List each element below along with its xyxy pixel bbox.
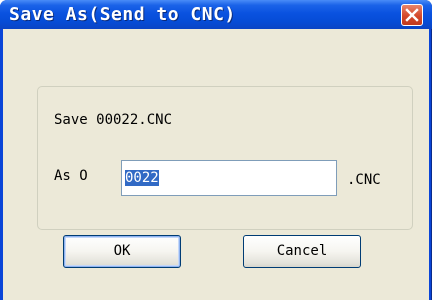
dialog-client-area: Save 00022.CNC As O .CNC OK Cancel (3, 29, 429, 300)
cancel-button[interactable]: Cancel (243, 235, 361, 268)
close-button[interactable] (401, 4, 423, 26)
filename-group-box: Save 00022.CNC As O .CNC (37, 86, 413, 230)
extension-label: .CNC (347, 172, 381, 188)
save-filename-label: Save 00022.CNC (54, 112, 173, 128)
save-as-dialog: Save As(Send to CNC) Save 00022.CNC As O… (0, 0, 432, 300)
title-bar[interactable]: Save As(Send to CNC) (0, 0, 432, 29)
window-title: Save As(Send to CNC) (9, 4, 236, 25)
as-prefix-label: As O (54, 168, 88, 184)
filename-input[interactable] (121, 160, 337, 196)
ok-button[interactable]: OK (63, 235, 181, 268)
close-icon (405, 8, 419, 22)
